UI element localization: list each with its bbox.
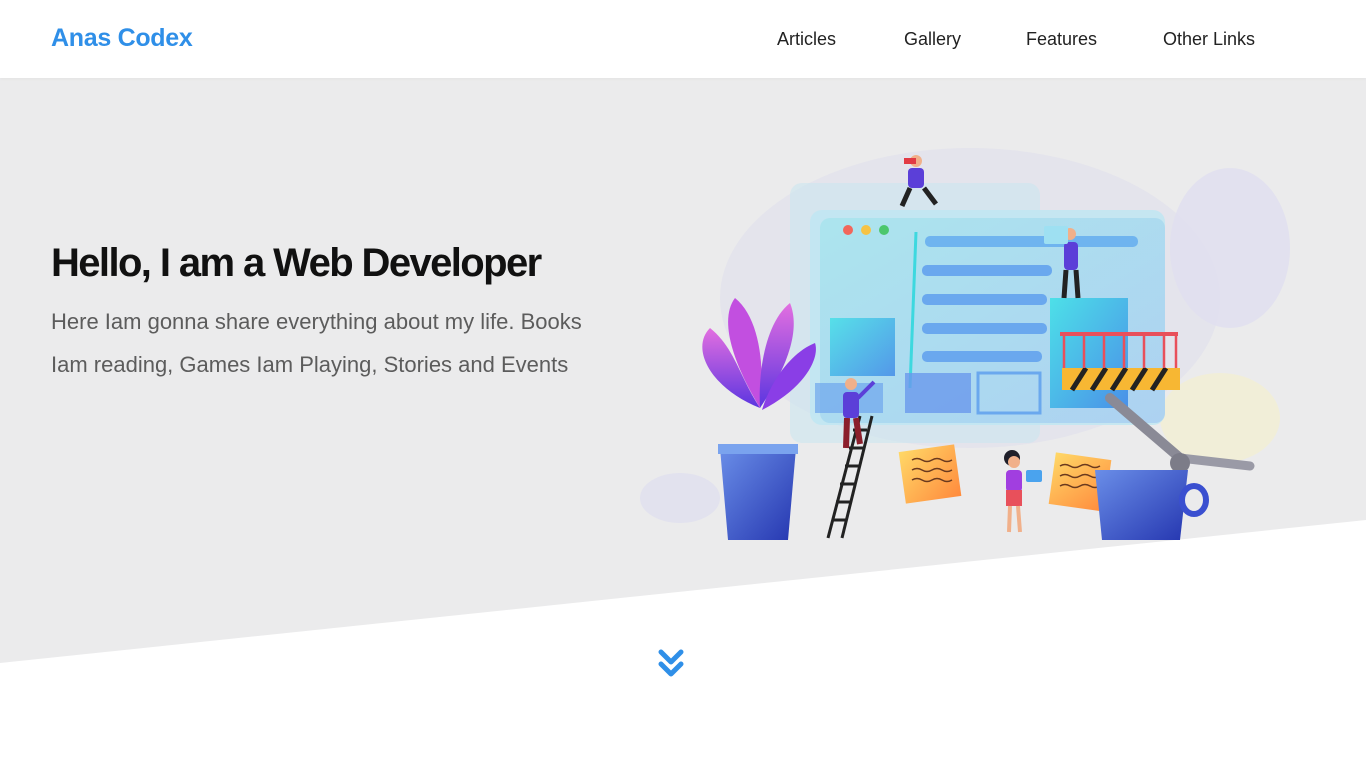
nav-link-features[interactable]: Features bbox=[1026, 29, 1097, 50]
nav-link-gallery[interactable]: Gallery bbox=[904, 29, 961, 50]
hero-title: Hello, I am a Web Developer bbox=[51, 241, 542, 285]
double-chevron-down-icon[interactable] bbox=[656, 648, 686, 682]
web-development-team-illustration-icon bbox=[640, 148, 1290, 540]
nav-link-articles[interactable]: Articles bbox=[777, 29, 836, 50]
hero-section: Hello, I am a Web Developer Here Iam gon… bbox=[0, 78, 1366, 768]
nav-link-other-links[interactable]: Other Links bbox=[1163, 29, 1255, 50]
nav-menu: Articles Gallery Features Other Links bbox=[0, 29, 1366, 53]
navbar: Anas Codex Articles Gallery Features Oth… bbox=[0, 0, 1366, 78]
hero-description: Here Iam gonna share everything about my… bbox=[51, 309, 582, 377]
